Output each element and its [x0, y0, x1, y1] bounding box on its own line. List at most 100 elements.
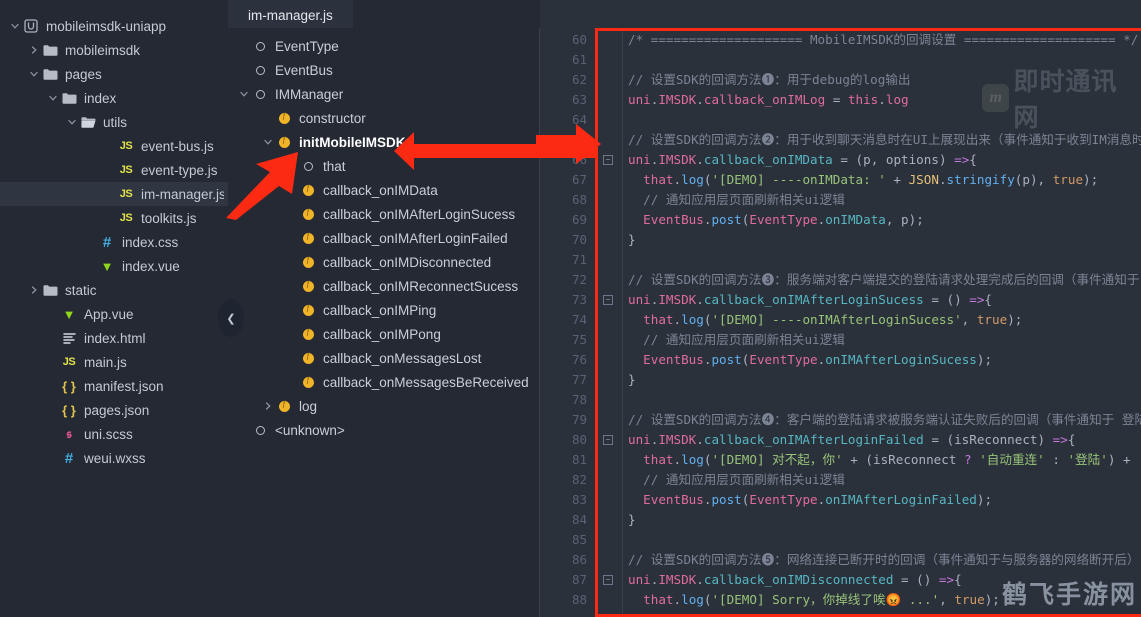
outline-item[interactable]: callback_onIMAfterLoginSucess [228, 202, 540, 226]
file-tree-item[interactable]: ▼index.vue [0, 254, 228, 278]
code-token: ); [1007, 312, 1022, 327]
code-line[interactable]: } [628, 370, 1141, 390]
code-line[interactable]: uni.IMSDK.callback_onIMDisconnected = ()… [628, 570, 1141, 590]
chevron-down-icon[interactable] [46, 93, 60, 103]
file-explorer-sidebar[interactable]: mobileimsdk-uniappmobileimsdkpagesindexu… [0, 0, 228, 617]
file-tree-item[interactable]: mobileimsdk [0, 38, 228, 62]
code-fold-icon[interactable]: − [603, 575, 613, 585]
outline-item[interactable]: callback_onIMData [228, 178, 540, 202]
code-line[interactable]: that.log('[DEMO] ----onIMData: ' + JSON.… [628, 170, 1141, 190]
code-token: . [674, 592, 682, 607]
outline-item[interactable]: callback_onMessagesLost [228, 346, 540, 370]
code-line[interactable]: } [628, 510, 1141, 530]
outline-item[interactable]: constructor [228, 106, 540, 130]
code-token: log [681, 452, 704, 467]
outline-item[interactable]: that [228, 154, 540, 178]
code-line[interactable] [628, 110, 1141, 130]
code-token: IMSDK [658, 92, 696, 107]
code-token: this [848, 92, 878, 107]
file-tree-item[interactable]: JSevent-type.js [0, 158, 228, 182]
code-line[interactable]: EventBus.post(EventType.onIMAfterLoginSu… [628, 350, 1141, 370]
line-number: 66− [540, 150, 596, 170]
outline-item[interactable]: callback_onMessagesBeReceived [228, 370, 540, 394]
file-tree-item[interactable]: #weui.wxss [0, 446, 228, 470]
outline-item[interactable]: initMobileIMSDK [228, 130, 540, 154]
chevron-down-icon[interactable] [236, 89, 252, 99]
file-tree-item[interactable]: index.html [0, 326, 228, 350]
file-tree-item[interactable]: mobileimsdk-uniapp [0, 14, 228, 38]
file-tree-item[interactable]: ▼App.vue [0, 302, 228, 326]
file-tree-item[interactable]: static [0, 278, 228, 302]
chevron-right-icon[interactable] [27, 285, 41, 295]
chevron-down-icon[interactable] [260, 137, 276, 147]
code-line[interactable]: EventBus.post(EventType.onIMData, p); [628, 210, 1141, 230]
outline-item[interactable]: callback_onIMReconnectSucess [228, 274, 540, 298]
outline-item[interactable]: EventBus [228, 58, 540, 82]
code-line[interactable] [628, 50, 1141, 70]
outline-item[interactable]: EventType [228, 34, 540, 58]
outline-item[interactable]: IMManager [228, 82, 540, 106]
code-line[interactable] [628, 390, 1141, 410]
code-line[interactable]: // 设置SDK的回调方法❷：用于收到聊天消息时在UI上展现出来（事件通知于收到… [628, 130, 1141, 150]
outline-item[interactable]: callback_onIMPong [228, 322, 540, 346]
code-fold-icon[interactable]: − [603, 155, 613, 165]
code-line[interactable] [628, 530, 1141, 550]
outline-item[interactable]: callback_onIMAfterLoginFailed [228, 226, 540, 250]
code-line[interactable]: uni.IMSDK.callback_onIMAfterLoginSucess … [628, 290, 1141, 310]
code-line[interactable] [628, 250, 1141, 270]
outline-panel[interactable]: im-manager.js EventTypeEventBusIMManager… [228, 0, 540, 617]
chevron-down-icon[interactable] [65, 117, 79, 127]
outline-item[interactable]: log [228, 394, 540, 418]
chevron-right-icon[interactable] [260, 401, 276, 411]
file-tree-item-label: index.html [84, 331, 146, 346]
code-line[interactable]: // 通知应用层页面刷新相关ui逻辑 [628, 190, 1141, 210]
file-tree-item[interactable]: pages [0, 62, 228, 86]
code-line[interactable]: } [628, 230, 1141, 250]
code-line[interactable]: that.log('[DEMO] ----onIMAfterLoginSuces… [628, 310, 1141, 330]
line-number: 72 [540, 270, 596, 290]
code-token: IMSDK [658, 292, 696, 307]
chevron-down-icon[interactable] [27, 69, 41, 79]
file-tree-item[interactable]: { }manifest.json [0, 374, 228, 398]
code-line[interactable]: // 通知应用层页面刷新相关ui逻辑 [628, 330, 1141, 350]
file-tree-item[interactable]: 𝖘uni.scss [0, 422, 228, 446]
outline-item[interactable]: callback_onIMDisconnected [228, 250, 540, 274]
code-line[interactable]: // 设置SDK的回调方法❶：用于debug的log输出 [628, 70, 1141, 90]
sidebar-collapse-handle[interactable]: ❮ [218, 299, 244, 337]
code-content[interactable]: /* ==================== MobileIMSDK的回调设置… [628, 0, 1141, 617]
editor-tabbar[interactable]: im-manager.js [228, 0, 540, 28]
file-tree-item[interactable]: JSevent-bus.js [0, 134, 228, 158]
line-number-value: 78 [572, 392, 587, 407]
code-line[interactable]: uni.IMSDK.callback_onIMLog = this.log [628, 90, 1141, 110]
code-line[interactable]: // 设置SDK的回调方法❹：客户端的登陆请求被服务端认证失败后的回调（事件通知… [628, 410, 1141, 430]
line-number: 78 [540, 390, 596, 410]
chevron-down-icon[interactable] [8, 21, 22, 31]
file-tree-item[interactable]: utils [0, 110, 228, 134]
code-token: true [954, 592, 984, 607]
code-line[interactable]: uni.IMSDK.callback_onIMData = (p, option… [628, 150, 1141, 170]
code-line[interactable]: uni.IMSDK.callback_onIMAfterLoginFailed … [628, 430, 1141, 450]
code-fold-icon[interactable]: − [603, 295, 613, 305]
file-tree-item[interactable]: JSim-manager.js [0, 182, 228, 206]
code-line[interactable]: that.log('[DEMO] Sorry，你掉线了唉😡 ...', true… [628, 590, 1141, 610]
code-editor[interactable]: 60616263646566−67686970717273−7475767778… [540, 0, 1141, 617]
file-tree-item[interactable]: JSmain.js [0, 350, 228, 374]
outline-list[interactable]: EventTypeEventBusIMManagerconstructorini… [228, 28, 540, 442]
line-number-value: 76 [572, 352, 587, 367]
code-line[interactable]: // 设置SDK的回调方法❺：网络连接已断开时的回调（事件通知于与服务器的网络断… [628, 550, 1141, 570]
file-tree-item[interactable]: #index.css [0, 230, 228, 254]
code-line[interactable]: // 设置SDK的回调方法❸：服务端对客户端提交的登陆请求处理完成后的回调（事件… [628, 270, 1141, 290]
code-line[interactable]: that.log('[DEMO] 对不起，你' + (isReconnect ?… [628, 450, 1141, 470]
file-tree-item[interactable]: JStoolkits.js [0, 206, 228, 230]
code-line[interactable]: /* ==================== MobileIMSDK的回调设置… [628, 30, 1141, 50]
code-fold-icon[interactable]: − [603, 435, 613, 445]
outline-item[interactable]: <unknown> [228, 418, 540, 442]
tab-im-manager-js[interactable]: im-manager.js [228, 0, 353, 28]
file-tree-item[interactable]: index [0, 86, 228, 110]
file-tree[interactable]: mobileimsdk-uniappmobileimsdkpagesindexu… [0, 14, 228, 470]
code-line[interactable]: EventBus.post(EventType.onIMAfterLoginFa… [628, 490, 1141, 510]
code-line[interactable]: // 通知应用层页面刷新相关ui逻辑 [628, 470, 1141, 490]
chevron-right-icon[interactable] [27, 45, 41, 55]
outline-item[interactable]: callback_onIMPing [228, 298, 540, 322]
file-tree-item[interactable]: { }pages.json [0, 398, 228, 422]
